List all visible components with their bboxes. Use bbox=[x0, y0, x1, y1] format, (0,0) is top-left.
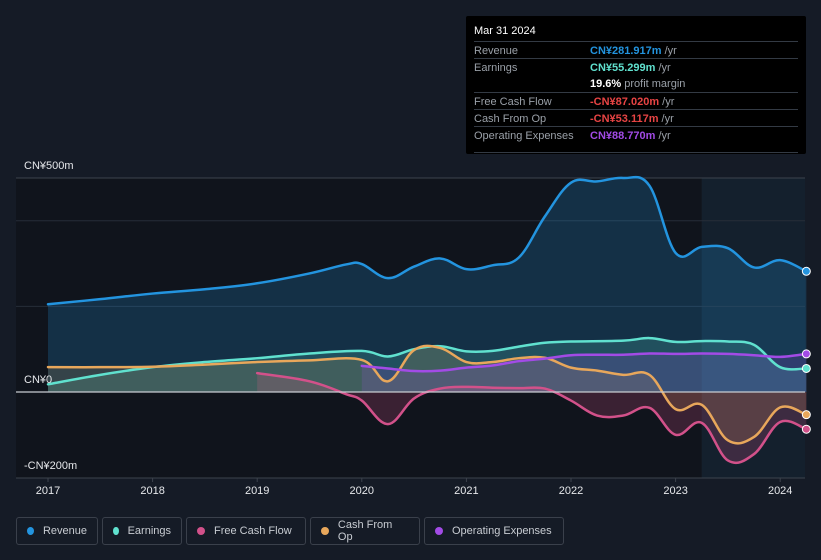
tooltip: Mar 31 2024 Revenue CN¥281.917m /yr Earnin… bbox=[466, 16, 806, 154]
tooltip-divider bbox=[474, 152, 798, 153]
tooltip-row-value: CN¥55.299m /yr bbox=[590, 62, 671, 74]
tooltip-row-value: -CN¥87.020m /yr bbox=[590, 96, 675, 108]
legend-label: Revenue bbox=[42, 525, 87, 537]
legend-dot-icon bbox=[435, 527, 443, 535]
tooltip-row-value: CN¥281.917m /yr bbox=[590, 45, 677, 57]
legend-item-cash-from-op[interactable]: Cash From Op bbox=[310, 517, 420, 545]
x-tick-label: 2022 bbox=[558, 485, 584, 497]
tooltip-row-unit: /yr bbox=[658, 113, 674, 125]
tooltip-row-label: Revenue bbox=[474, 45, 519, 57]
legend-dot-icon bbox=[27, 527, 34, 535]
tooltip-date: Mar 31 2024 bbox=[474, 25, 536, 37]
free-cash-flow-end-point bbox=[801, 424, 811, 434]
tooltip-row: Earnings CN¥55.299m /yr bbox=[474, 58, 798, 76]
x-tick-label: 2017 bbox=[35, 485, 61, 497]
tooltip-row: Revenue CN¥281.917m /yr bbox=[474, 41, 798, 59]
tooltip-row-unit: /yr bbox=[655, 130, 671, 142]
legend-dot-icon bbox=[197, 527, 205, 535]
tooltip-row-value: -CN¥53.117m /yr bbox=[590, 113, 674, 125]
tooltip-row: 19.6% profit margin bbox=[474, 75, 798, 92]
tooltip-row-value: CN¥88.770m /yr bbox=[590, 130, 671, 142]
tooltip-row-unit: profit margin bbox=[621, 78, 686, 90]
y-tick-label: -CN¥200m bbox=[24, 460, 78, 472]
tooltip-row-label: Cash From Op bbox=[474, 113, 547, 125]
legend-label: Earnings bbox=[127, 525, 171, 537]
tooltip-row: Cash From Op -CN¥53.117m /yr bbox=[474, 109, 798, 127]
legend-item-revenue[interactable]: Revenue bbox=[16, 517, 98, 545]
tooltip-row-label: Free Cash Flow bbox=[474, 96, 552, 108]
legend-label: Free Cash Flow bbox=[214, 525, 292, 537]
legend-label: Operating Expenses bbox=[452, 525, 552, 537]
tooltip-row-value: 19.6% profit margin bbox=[590, 78, 686, 90]
tooltip-row: Free Cash Flow -CN¥87.020m /yr bbox=[474, 92, 798, 110]
x-tick-label: 2019 bbox=[244, 485, 270, 497]
tooltip-row-unit: /yr bbox=[661, 45, 677, 57]
legend-item-free-cash-flow[interactable]: Free Cash Flow bbox=[186, 517, 306, 545]
tooltip-row: Operating Expenses CN¥88.770m /yr bbox=[474, 126, 798, 144]
x-tick-label: 2023 bbox=[663, 485, 688, 497]
legend-dot-icon bbox=[113, 527, 119, 535]
x-tick-label: 2020 bbox=[349, 485, 375, 497]
legend-item-earnings[interactable]: Earnings bbox=[102, 517, 182, 545]
revenue-end-point bbox=[801, 266, 811, 276]
legend-item-operating-expenses[interactable]: Operating Expenses bbox=[424, 517, 564, 545]
legend-label: Cash From Op bbox=[337, 519, 393, 543]
operating-expenses-end-point bbox=[801, 349, 811, 359]
tooltip-row-label: Operating Expenses bbox=[474, 130, 574, 142]
tooltip-row-label: Earnings bbox=[474, 62, 518, 74]
cash-from-op-end-point bbox=[801, 410, 811, 420]
x-tick-label: 2018 bbox=[140, 485, 165, 497]
y-tick-label: CN¥500m bbox=[24, 160, 74, 172]
y-tick-label: CN¥0 bbox=[24, 374, 53, 386]
tooltip-row-unit: /yr bbox=[659, 96, 675, 108]
tooltip-row-unit: /yr bbox=[655, 62, 671, 74]
x-tick-label: 2021 bbox=[454, 485, 479, 497]
x-tick-label: 2024 bbox=[767, 485, 793, 497]
earnings-end-point bbox=[801, 363, 811, 373]
legend-dot-icon bbox=[321, 527, 329, 535]
